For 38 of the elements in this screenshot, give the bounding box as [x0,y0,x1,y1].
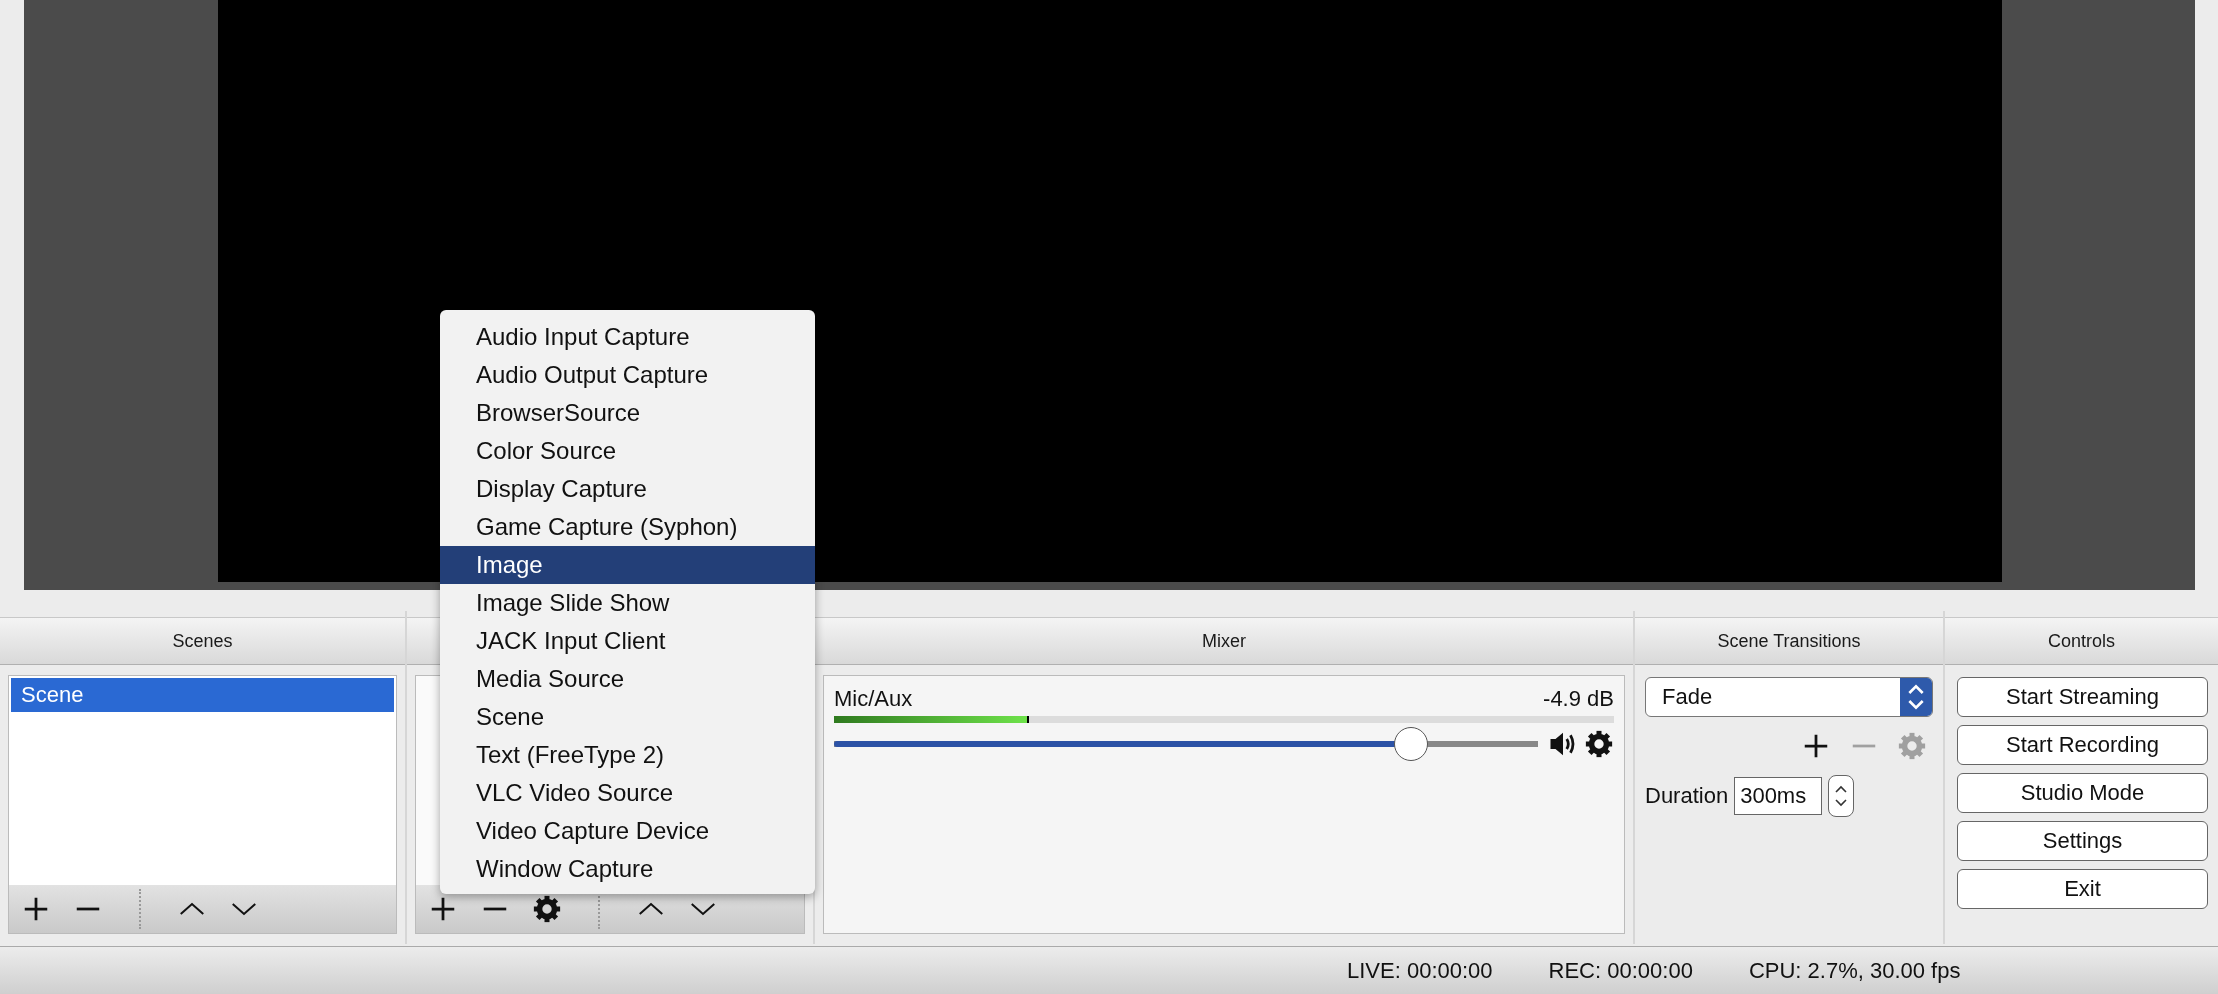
control-button[interactable]: Settings [1957,821,2208,862]
menu-item[interactable]: Audio Input Capture [440,318,815,356]
menu-item[interactable]: Media Source [440,660,815,698]
settings-icon[interactable] [532,894,562,925]
spin-button[interactable] [1828,775,1855,818]
status-text: CPU: 2.7%, 30.00 fps [1748,957,1961,984]
menu-item[interactable]: Display Capture [440,470,815,508]
menu-item[interactable]: Scene [440,698,815,736]
menu-item[interactable]: JACK Input Client [440,622,815,660]
menu-item[interactable]: Audio Output Capture [440,356,815,394]
menu-item[interactable]: BrowserSource [440,394,815,432]
panel-title: Mixer [1202,630,1246,652]
control-button[interactable]: Start Streaming [1957,677,2208,718]
menu-item[interactable]: Game Capture (Syphon) [440,508,815,546]
menu-item[interactable]: Image Slide Show [440,584,815,622]
menu-item[interactable]: Color Source [440,432,815,470]
menu-item[interactable]: Video Capture Device [440,812,815,850]
menu-item[interactable]: Image [440,546,815,584]
menu-item[interactable]: VLC Video Source [440,774,815,812]
status-text: REC: 00:00:00 [1548,957,1693,984]
volume-reading: -4.9 dB [1543,686,1614,713]
updown-arrows-icon [1900,678,1932,717]
transition-dropdown[interactable]: Fade [1645,677,1933,718]
duration-field[interactable]: 300ms [1734,777,1823,816]
control-button[interactable]: Start Recording [1957,725,2208,766]
menu-item[interactable]: Text (FreeType 2) [440,736,815,774]
panel-title: Scene Transitions [1717,630,1861,652]
status-text: LIVE: 00:00:00 [1347,957,1493,984]
settings-icon[interactable] [1584,729,1614,760]
menu-item[interactable]: Window Capture [440,850,815,888]
duration-label: Duration [1645,783,1729,810]
control-button[interactable]: Studio Mode [1957,773,2208,814]
channel-name: Mic/Aux [834,686,913,713]
control-button[interactable]: Exit [1957,869,2208,910]
slider-handle[interactable] [1394,727,1429,762]
panel-title: Controls [2048,630,2115,652]
scene-item[interactable]: Scene [11,678,394,713]
panel-title: Scenes [172,630,233,652]
